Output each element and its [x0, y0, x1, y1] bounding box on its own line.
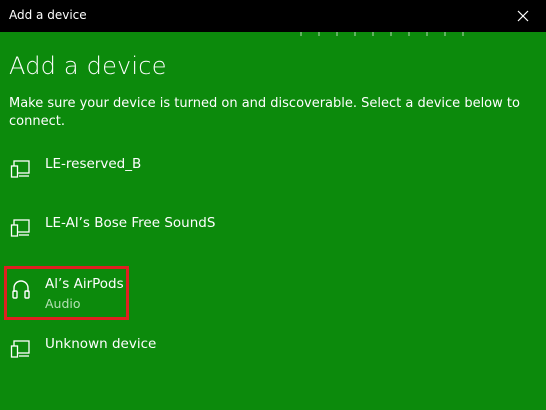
- device-generic-icon: [10, 219, 30, 237]
- device-name: LE-Al’s Bose Free SoundS: [45, 215, 216, 231]
- device-generic-icon: [10, 340, 30, 358]
- selection-highlight: [4, 266, 129, 320]
- device-name: Unknown device: [45, 336, 157, 352]
- device-item-bose-free-sounds[interactable]: LE-Al’s Bose Free SoundS: [8, 215, 408, 261]
- decorative-dots: [300, 32, 520, 38]
- device-generic-icon: [10, 160, 30, 178]
- device-item-unknown[interactable]: Unknown device: [8, 336, 408, 382]
- device-name: LE-reserved_B: [45, 156, 142, 172]
- close-button[interactable]: [500, 0, 546, 32]
- window-title: Add a device: [9, 8, 87, 22]
- page-heading: Add a device: [9, 52, 167, 80]
- instructions-text: Make sure your device is turned on and d…: [9, 96, 520, 129]
- close-icon: [517, 10, 529, 22]
- title-bar: Add a device: [0, 0, 546, 32]
- device-item-le-reserved-b[interactable]: LE-reserved_B: [8, 156, 408, 202]
